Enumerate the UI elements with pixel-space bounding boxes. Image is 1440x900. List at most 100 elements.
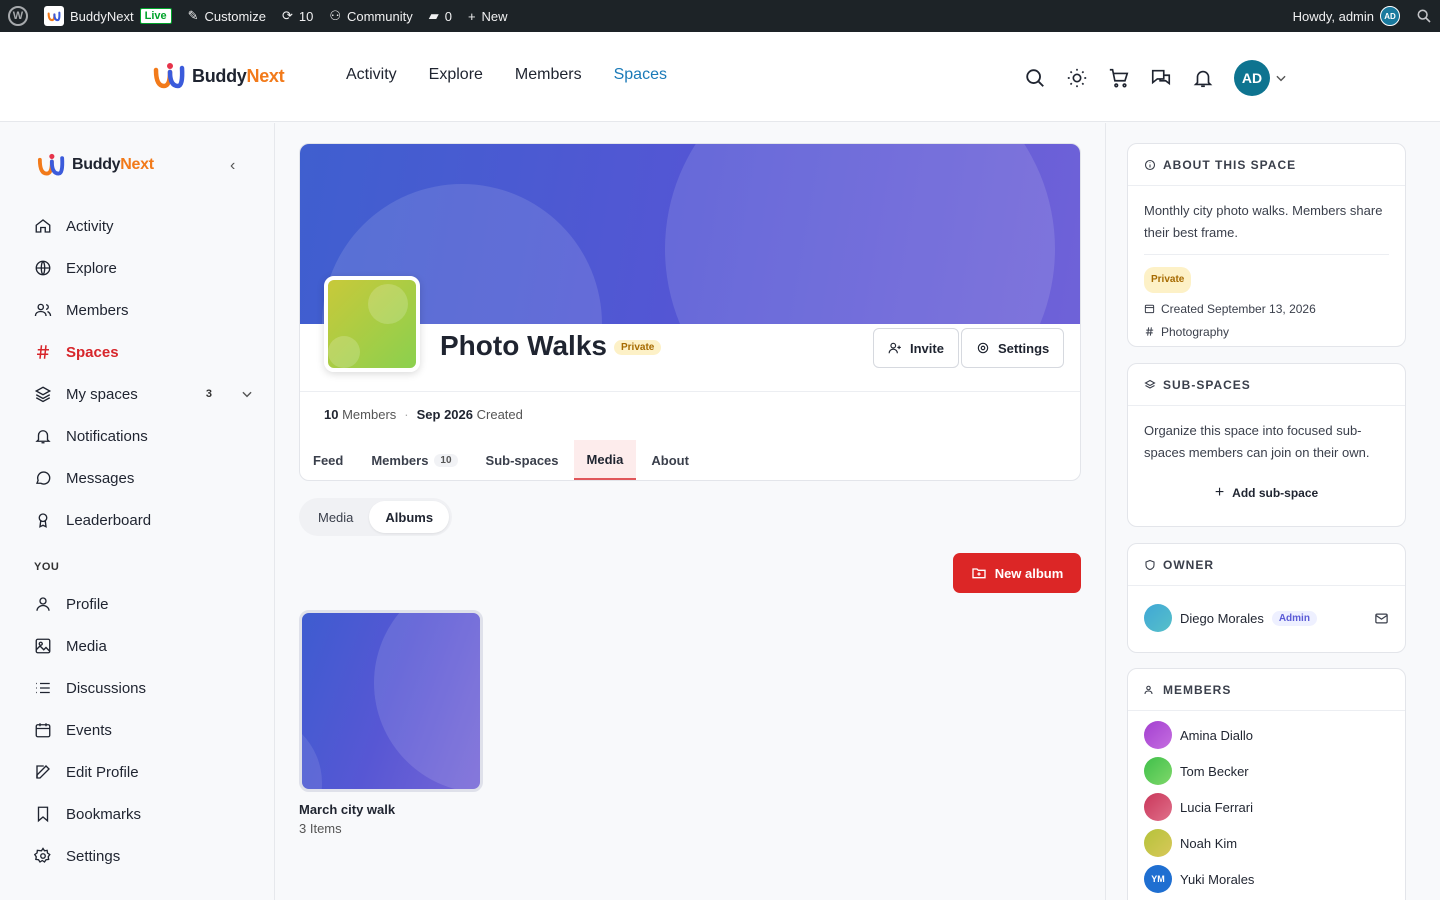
member-row[interactable]: YM Yuki Morales: [1128, 861, 1405, 897]
sidebar-item-discussions[interactable]: Discussions: [34, 667, 254, 709]
you-section-label: YOU: [34, 561, 60, 573]
sidebar-item-my-spaces[interactable]: My spaces 3: [34, 373, 254, 415]
tab-feed[interactable]: Feed: [300, 440, 356, 480]
sidebar-item-profile[interactable]: Profile: [34, 583, 254, 625]
globe-icon: [35, 260, 51, 276]
sidebar-item-label: Profile: [66, 595, 109, 613]
user-menu[interactable]: AD: [1234, 60, 1288, 96]
site-name-button[interactable]: BuddyNext Live: [36, 0, 180, 32]
logo-text-part2: Next: [120, 156, 154, 173]
mail-icon[interactable]: [1374, 611, 1389, 626]
bell-icon[interactable]: [1192, 67, 1214, 89]
users-icon: [1144, 685, 1153, 694]
about-description: Monthly city photo walks. Members share …: [1144, 203, 1383, 240]
header-logo[interactable]: BuddyNext: [152, 62, 285, 90]
space-meta: 10 Members · Sep 2026 Created: [324, 407, 523, 422]
album-cover[interactable]: [299, 610, 483, 792]
sidebar-item-events[interactable]: Events: [34, 709, 254, 751]
member-row[interactable]: Amina Diallo: [1128, 717, 1405, 753]
chat-icon: [36, 471, 51, 485]
sidebar-item-bookmarks[interactable]: Bookmarks: [34, 793, 254, 835]
tab-about[interactable]: About: [638, 440, 702, 480]
my-account-button[interactable]: Howdy, admin AD: [1285, 0, 1408, 32]
tab-media[interactable]: Media: [573, 440, 637, 480]
topnav-activity[interactable]: Activity: [346, 66, 397, 84]
owner-row[interactable]: Diego Morales Admin: [1128, 586, 1405, 650]
members-list: Amina Diallo Tom Becker Lucia Ferrari No…: [1128, 711, 1405, 897]
about-card-header: ABOUT THIS SPACE: [1128, 144, 1405, 186]
about-created: Created September 13, 2026: [1161, 301, 1316, 316]
collapse-sidebar-button[interactable]: ‹: [230, 157, 235, 175]
tab-label: Feed: [313, 452, 344, 468]
layers-icon: [34, 386, 52, 403]
new-content-button[interactable]: + New: [460, 0, 516, 32]
sidebar-item-members[interactable]: Members: [34, 289, 254, 331]
customize-button[interactable]: ✎ Customize: [180, 0, 274, 32]
member-row[interactable]: Noah Kim: [1128, 825, 1405, 861]
sidebar-item-leaderboard[interactable]: Leaderboard: [34, 499, 254, 541]
user-plus-icon: [888, 342, 901, 354]
members-card: MEMBERS Amina Diallo Tom Becker Lucia Fe…: [1127, 668, 1406, 900]
award-icon: [38, 513, 48, 528]
sidebar-item-activity[interactable]: Activity: [34, 205, 254, 247]
wp-admin-bar: W BuddyNext Live ✎ Customize ⟳ 10 ⚇ Comm…: [0, 0, 1440, 32]
member-row[interactable]: Tom Becker: [1128, 753, 1405, 789]
theme-toggle-icon[interactable]: [1066, 67, 1088, 89]
brush-icon: ✎: [187, 8, 199, 23]
hash-icon: [37, 345, 49, 359]
member-row[interactable]: Lucia Ferrari: [1128, 789, 1405, 825]
new-album-button[interactable]: New album: [953, 553, 1081, 593]
sidebar-item-spaces[interactable]: Spaces: [34, 331, 254, 373]
chevron-down-icon: [1276, 75, 1286, 82]
sidebar-item-notifications[interactable]: Notifications: [34, 415, 254, 457]
sidebar-item-edit-profile[interactable]: Edit Profile: [34, 751, 254, 793]
sub-spaces-heading: SUB-SPACES: [1163, 377, 1251, 392]
updates-button[interactable]: ⟳ 10: [274, 0, 321, 32]
admin-search-button[interactable]: [1408, 0, 1440, 32]
seg-albums[interactable]: Albums: [369, 501, 450, 533]
updates-count: 10: [298, 8, 314, 24]
sidebar-logo[interactable]: BuddyNext: [36, 153, 154, 177]
sidebar-item-explore[interactable]: Explore: [34, 247, 254, 289]
cart-icon[interactable]: [1108, 67, 1130, 89]
sidebar-item-media[interactable]: Media: [34, 625, 254, 667]
owner-card: OWNER Diego Morales Admin: [1127, 543, 1406, 653]
album-card[interactable]: March city walk 3 Items: [299, 610, 483, 836]
space-settings-button[interactable]: Settings: [961, 328, 1065, 368]
comments-button[interactable]: ▰ 0: [421, 0, 460, 32]
topnav-spaces[interactable]: Spaces: [614, 66, 667, 84]
header-actions: AD: [1024, 60, 1288, 96]
about-privacy-badge: Private: [1144, 267, 1192, 293]
tab-sub-spaces[interactable]: Sub-spaces: [473, 440, 572, 480]
space-header-card: Photo Walks Private Invite Settings 10 M…: [299, 143, 1081, 481]
topnav-members[interactable]: Members: [515, 66, 582, 84]
new-label: New: [481, 8, 508, 24]
about-category[interactable]: Photography: [1161, 321, 1229, 343]
new-album-label: New album: [994, 565, 1064, 581]
tab-members[interactable]: Members 10: [358, 440, 470, 480]
sidebar-item-settings[interactable]: Settings: [34, 835, 254, 877]
invite-button[interactable]: Invite: [873, 328, 959, 368]
main-content: Photo Walks Private Invite Settings 10 M…: [275, 123, 1105, 900]
users-icon: [34, 303, 52, 317]
created-word: Created: [476, 407, 523, 422]
logo-mark-icon: [37, 153, 65, 176]
topnav-explore[interactable]: Explore: [429, 66, 483, 84]
site-name: BuddyNext: [70, 8, 134, 24]
community-button[interactable]: ⚇ Community: [321, 0, 420, 32]
wp-logo-button[interactable]: W: [0, 0, 36, 32]
calendar-icon: [35, 723, 51, 738]
member-avatar: YM: [1144, 865, 1172, 893]
chevron-down-icon[interactable]: [240, 387, 254, 401]
sub-spaces-header: SUB-SPACES: [1128, 364, 1405, 406]
seg-media[interactable]: Media: [302, 501, 369, 533]
search-icon[interactable]: [1024, 67, 1046, 89]
logo-text-part2: Next: [246, 65, 285, 86]
album-name[interactable]: March city walk: [299, 802, 483, 817]
messages-icon[interactable]: [1150, 67, 1172, 89]
album-item-count: 3 Items: [299, 821, 342, 836]
sidebar-item-messages[interactable]: Messages: [34, 457, 254, 499]
add-sub-space-button[interactable]: + Add sub-space: [1144, 482, 1389, 504]
sidebar-item-label: Messages: [66, 469, 135, 487]
category-line: Photography: [1144, 320, 1389, 343]
